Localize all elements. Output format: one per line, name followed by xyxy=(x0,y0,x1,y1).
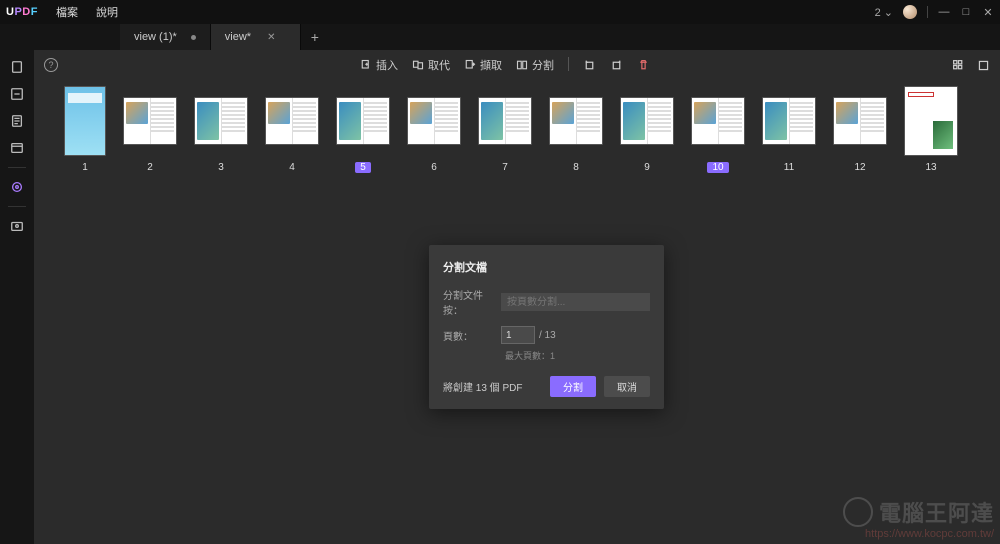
thumbnail-large-icon xyxy=(977,59,990,72)
page-preview[interactable] xyxy=(194,97,248,145)
trash-icon xyxy=(637,59,650,72)
page-thumbnail[interactable]: 12 xyxy=(833,86,887,173)
page-thumbnail[interactable]: 8 xyxy=(549,86,603,173)
tab-strip: view (1)* view* ✕ + xyxy=(0,24,1000,50)
tab-label: view* xyxy=(225,31,251,43)
split-by-label: 分割文件按： xyxy=(443,287,501,317)
window-close-button[interactable]: ✕ xyxy=(982,6,994,18)
menu-file[interactable]: 檔案 xyxy=(56,4,78,20)
toolbar-zoom-small-button[interactable] xyxy=(952,59,965,72)
page-preview[interactable] xyxy=(64,86,106,156)
insert-icon xyxy=(360,59,372,71)
pages-label: 頁數： xyxy=(443,328,501,343)
split-dialog: 分割文檔 分割文件按： 頁數： / 13 最大頁數：1 將創建 13 個 PDF… xyxy=(429,245,664,409)
titlebar: UPDF 檔案 說明 2 ⌄ — □ ✕ xyxy=(0,0,1000,24)
page-thumbnail[interactable]: 1 xyxy=(64,86,106,173)
max-pages-hint: 最大頁數：1 xyxy=(505,349,650,362)
sidebar-tool-page-icon[interactable] xyxy=(8,58,26,76)
split-confirm-button[interactable]: 分割 xyxy=(550,376,596,397)
page-number-label: 3 xyxy=(218,162,224,173)
extract-icon xyxy=(464,59,476,71)
sidebar-tool-form-icon[interactable] xyxy=(8,139,26,157)
page-thumbnail[interactable]: 10 xyxy=(691,86,745,173)
sidebar-tool-ocr-icon[interactable] xyxy=(8,112,26,130)
page-number-label: 2 xyxy=(147,162,153,173)
header-counter[interactable]: 2 ⌄ xyxy=(875,6,893,19)
page-thumbnail[interactable]: 7 xyxy=(478,86,532,173)
document-tab[interactable]: view* ✕ xyxy=(211,24,301,50)
page-thumbnail[interactable]: 13 xyxy=(904,86,958,173)
toolbar-zoom-large-button[interactable] xyxy=(977,59,990,72)
page-thumbnail[interactable]: 3 xyxy=(194,86,248,173)
toolbar-split-button[interactable]: 分割 xyxy=(516,57,554,73)
page-preview[interactable] xyxy=(762,97,816,145)
toolbar-replace-button[interactable]: 取代 xyxy=(412,57,450,73)
toolbar-rotate-right-button[interactable] xyxy=(610,57,623,73)
app-logo: UPDF xyxy=(6,6,38,18)
page-number-label: 1 xyxy=(82,162,88,173)
page-thumbnail[interactable]: 5 xyxy=(336,86,390,173)
pages-input[interactable] xyxy=(501,326,535,344)
thumbnail-small-icon xyxy=(952,59,965,72)
split-cancel-button[interactable]: 取消 xyxy=(604,376,650,397)
window-maximize-button[interactable]: □ xyxy=(960,6,972,18)
menu-help[interactable]: 說明 xyxy=(96,4,118,20)
page-preview[interactable] xyxy=(833,97,887,145)
toolbar-extract-button[interactable]: 擷取 xyxy=(464,57,502,73)
page-number-label: 9 xyxy=(644,162,650,173)
page-number-label: 13 xyxy=(925,162,936,173)
page-number-label: 5 xyxy=(355,162,371,173)
page-preview[interactable] xyxy=(265,97,319,145)
window-minimize-button[interactable]: — xyxy=(938,6,950,18)
page-thumbnail[interactable]: 11 xyxy=(762,86,816,173)
pages-total: / 13 xyxy=(539,330,556,341)
rotate-left-icon xyxy=(583,59,596,72)
page-thumbnail[interactable]: 6 xyxy=(407,86,461,173)
page-preview[interactable] xyxy=(904,86,958,156)
tab-modified-indicator-icon xyxy=(191,35,196,40)
toolbar-insert-button[interactable]: 插入 xyxy=(360,57,398,73)
page-thumbnail[interactable]: 9 xyxy=(620,86,674,173)
page-preview[interactable] xyxy=(407,97,461,145)
page-toolbar: ? 插入 取代 擷取 分割 xyxy=(34,50,1000,80)
page-number-label: 8 xyxy=(573,162,579,173)
tab-label: view (1)* xyxy=(134,31,177,43)
result-info: 將創建 13 個 PDF xyxy=(443,379,542,394)
toolbar-rotate-left-button[interactable] xyxy=(583,57,596,73)
page-number-label: 12 xyxy=(854,162,865,173)
sidebar-tool-organize-icon[interactable] xyxy=(8,178,26,196)
document-tab[interactable]: view (1)* xyxy=(120,24,211,50)
main-area: ? 插入 取代 擷取 分割 xyxy=(34,50,1000,544)
user-avatar[interactable] xyxy=(903,5,917,19)
page-preview[interactable] xyxy=(478,97,532,145)
page-number-label: 10 xyxy=(707,162,728,173)
sidebar-tool-edit-icon[interactable] xyxy=(8,85,26,103)
left-sidebar xyxy=(0,50,34,544)
page-number-label: 4 xyxy=(289,162,295,173)
split-icon xyxy=(516,59,528,71)
split-by-select[interactable] xyxy=(501,293,650,311)
thumbnail-grid: 12345678910111213 xyxy=(64,86,970,173)
page-number-label: 11 xyxy=(784,162,794,173)
page-thumbnail[interactable]: 4 xyxy=(265,86,319,173)
page-thumbnail[interactable]: 2 xyxy=(123,86,177,173)
page-preview[interactable] xyxy=(549,97,603,145)
page-number-label: 6 xyxy=(431,162,437,173)
add-tab-button[interactable]: + xyxy=(301,24,329,50)
page-preview[interactable] xyxy=(691,97,745,145)
help-icon[interactable]: ? xyxy=(44,58,58,72)
sidebar-tool-protect-icon[interactable] xyxy=(8,217,26,235)
tab-close-icon[interactable]: ✕ xyxy=(267,32,275,43)
replace-icon xyxy=(412,59,424,71)
page-number-label: 7 xyxy=(502,162,508,173)
page-preview[interactable] xyxy=(123,97,177,145)
dialog-title: 分割文檔 xyxy=(443,259,650,275)
toolbar-delete-button[interactable] xyxy=(637,57,650,73)
page-preview[interactable] xyxy=(620,97,674,145)
page-preview[interactable] xyxy=(336,97,390,145)
rotate-right-icon xyxy=(610,59,623,72)
